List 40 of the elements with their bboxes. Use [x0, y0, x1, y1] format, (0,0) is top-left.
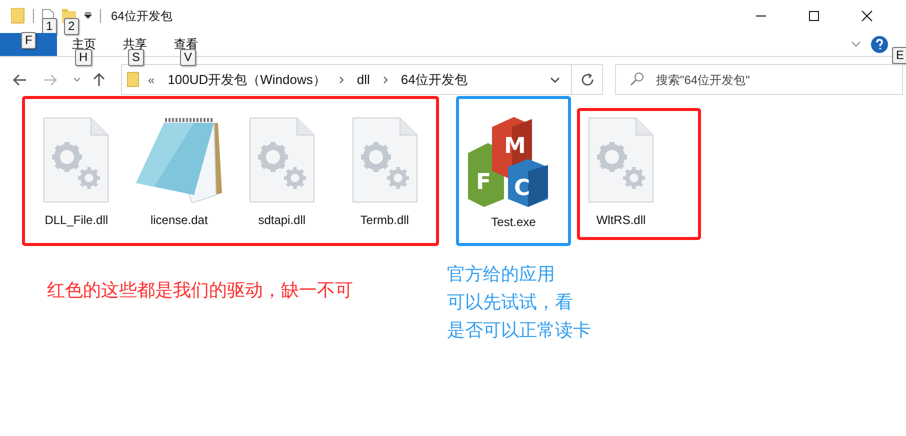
folder-icon	[127, 72, 139, 87]
keytip-tooltip: 2	[64, 18, 79, 35]
breadcrumb[interactable]: dll	[356, 72, 370, 87]
close-icon[interactable]	[861, 10, 873, 22]
file-name[interactable]: Test.exe	[491, 215, 536, 229]
back-arrow-icon[interactable]	[13, 74, 27, 86]
help-icon[interactable]	[871, 36, 888, 52]
search-field[interactable]: 搜索"64位开发包"	[615, 64, 903, 95]
file-name[interactable]: sdtapi.dll	[258, 213, 306, 227]
keytip-tooltip: S	[128, 49, 144, 66]
keytip-tooltip: E	[892, 47, 906, 64]
file-name[interactable]: Termb.dll	[360, 213, 409, 227]
annotation-note: 是否可以正常读卡	[447, 319, 591, 342]
breadcrumb[interactable]: 64位开发包	[400, 70, 468, 88]
file-name[interactable]: license.dat	[150, 213, 208, 227]
breadcrumb[interactable]: 100UD开发包（Windows）	[168, 70, 326, 88]
folder-icon	[11, 8, 25, 24]
icon-letter: F	[476, 170, 491, 195]
file-name[interactable]: WltRS.dll	[596, 213, 646, 227]
address-bar[interactable]: « 100UD开发包（Windows） dll 64位开发包	[121, 64, 603, 95]
keytip-tooltip: V	[180, 49, 196, 66]
chevron-right-icon[interactable]	[338, 76, 344, 84]
chevron-down-icon[interactable]	[550, 76, 560, 82]
search-icon	[630, 72, 644, 86]
annotation-note: 红色的这些都是我们的驱动，缺一不可	[47, 279, 353, 302]
refresh-icon[interactable]	[580, 73, 594, 86]
file-name[interactable]: DLL_File.dll	[44, 213, 108, 227]
notepad-icon[interactable]	[134, 117, 224, 203]
keytip-tooltip: F	[21, 32, 36, 49]
window-title: 64位开发包	[111, 8, 172, 24]
overflow-chevrons[interactable]: «	[148, 72, 155, 86]
annotation-note: 官方给的应用	[447, 263, 555, 286]
chevron-right-icon[interactable]	[382, 76, 388, 84]
up-arrow-icon[interactable]	[93, 72, 105, 86]
keytip-tooltip: H	[75, 49, 92, 66]
annotation-note: 可以先试试，看	[447, 291, 573, 314]
maximize-icon[interactable]	[808, 10, 820, 22]
icon-letter: M	[504, 134, 526, 159]
dropdown-icon[interactable]	[84, 12, 92, 20]
icon-letter: C	[514, 176, 530, 201]
